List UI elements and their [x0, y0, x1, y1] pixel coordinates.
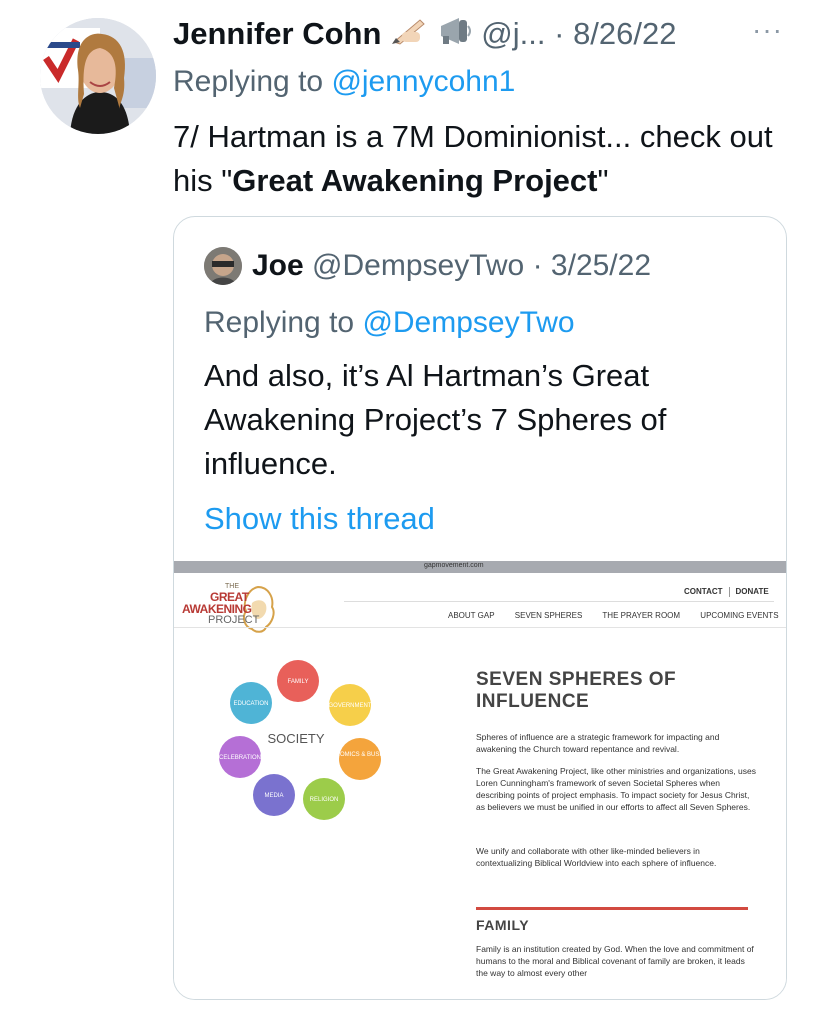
quote-avatar-image	[204, 247, 242, 285]
site-subheading: FAMILY	[476, 917, 530, 933]
site-para-1: Spheres of influence are a strategic fra…	[476, 732, 720, 754]
section-rule	[476, 907, 748, 910]
quote-replying-to-link[interactable]: @DempseyTwo	[362, 306, 574, 339]
seven-spheres-diagram: FAMILY GOVERNMENT ECONOMICS & BUSINESS R…	[219, 660, 398, 820]
quote-replying-prefix: Replying to	[204, 306, 355, 339]
tweet-date[interactable]: 8/26/22	[573, 16, 676, 51]
tweet-header: Jennifer Cohn @j... · 8/26/22	[173, 14, 813, 54]
nav-contact: CONTACT	[684, 587, 723, 597]
tweet-text-bold: Great Awakening Project	[232, 163, 598, 198]
quote-date-separator: ·	[532, 249, 543, 282]
sphere-religion-label: RELIGION	[310, 797, 339, 803]
nav-about: ABOUT GAP	[448, 611, 495, 620]
sphere-celebration-label: CELEBRATION	[219, 755, 261, 761]
site-para-4: Family is an institution created by God.…	[476, 944, 754, 978]
sphere-education-label: EDUCATION	[234, 701, 269, 707]
quote-replying-to: Replying to @DempseyTwo	[204, 303, 575, 343]
quote-text: And also, it’s Al Hartman’s Great Awaken…	[204, 358, 667, 481]
tweet-text-after: "	[597, 163, 609, 198]
site-nav: ABOUT GAP SEVEN SPHERES THE PRAYER ROOM …	[448, 611, 786, 620]
replying-to-link[interactable]: @jennycohn1	[331, 65, 515, 98]
site-heading: SEVEN SPHERES OF INFLUENCE	[476, 669, 677, 712]
sphere-media-label: MEDIA	[264, 793, 283, 799]
author-name[interactable]: Jennifer Cohn	[173, 16, 381, 51]
nav-seven-spheres: SEVEN SPHERES	[514, 611, 583, 620]
site-para-2: The Great Awakening Project, like other …	[476, 766, 757, 812]
nav-prayer-room: THE PRAYER ROOM	[602, 611, 681, 620]
more-options-icon[interactable]: ···	[752, 14, 783, 46]
author-handle[interactable]: @j...	[481, 16, 545, 51]
quote-date[interactable]: 3/25/22	[551, 249, 651, 282]
sphere-government-label: GOVERNMENT	[328, 703, 371, 709]
society-label: SOCIETY	[267, 731, 324, 746]
quoted-tweet-card[interactable]: Joe @DempseyTwo · 3/25/22 Replying to @D…	[173, 216, 787, 1000]
author-avatar[interactable]	[40, 18, 156, 134]
logo-project: PROJECT	[208, 614, 260, 626]
quote-author-name[interactable]: Joe	[252, 249, 304, 282]
site-para-3: We unify and collaborate with other like…	[476, 846, 717, 868]
tweet-text: 7/ Hartman is a 7M Dominionist... check …	[173, 115, 803, 203]
quote-header: Joe @DempseyTwo · 3/25/22	[252, 245, 651, 287]
sphere-economics	[339, 738, 381, 780]
date-separator: ·	[554, 16, 565, 51]
show-thread-link[interactable]: Show this thread	[204, 497, 435, 541]
site-top-nav: CONTACT DONATE	[684, 587, 769, 597]
url-text: gapmovement.com	[424, 562, 484, 569]
sphere-economics-label: ECONOMICS & BUSINESS	[323, 752, 398, 758]
nav-donate: DONATE	[735, 587, 769, 597]
browser-url-bar: gapmovement.com	[174, 561, 786, 573]
megaphone-icon	[437, 16, 473, 56]
replying-to: Replying to @jennycohn1	[173, 63, 515, 101]
nav-upcoming-events: UPCOMING EVENTS	[700, 611, 779, 620]
author-avatar-image	[40, 18, 156, 134]
quote-author-handle[interactable]: @DempseyTwo	[312, 249, 524, 282]
quote-author-avatar[interactable]	[204, 247, 242, 285]
attached-image[interactable]: gapmovement.com THE GREAT AWAKENING PROJ…	[174, 561, 786, 999]
writing-hand-icon	[390, 16, 428, 56]
sphere-family-label: FAMILY	[288, 679, 309, 685]
replying-prefix: Replying to	[173, 65, 324, 98]
logo-the: THE	[225, 583, 239, 590]
